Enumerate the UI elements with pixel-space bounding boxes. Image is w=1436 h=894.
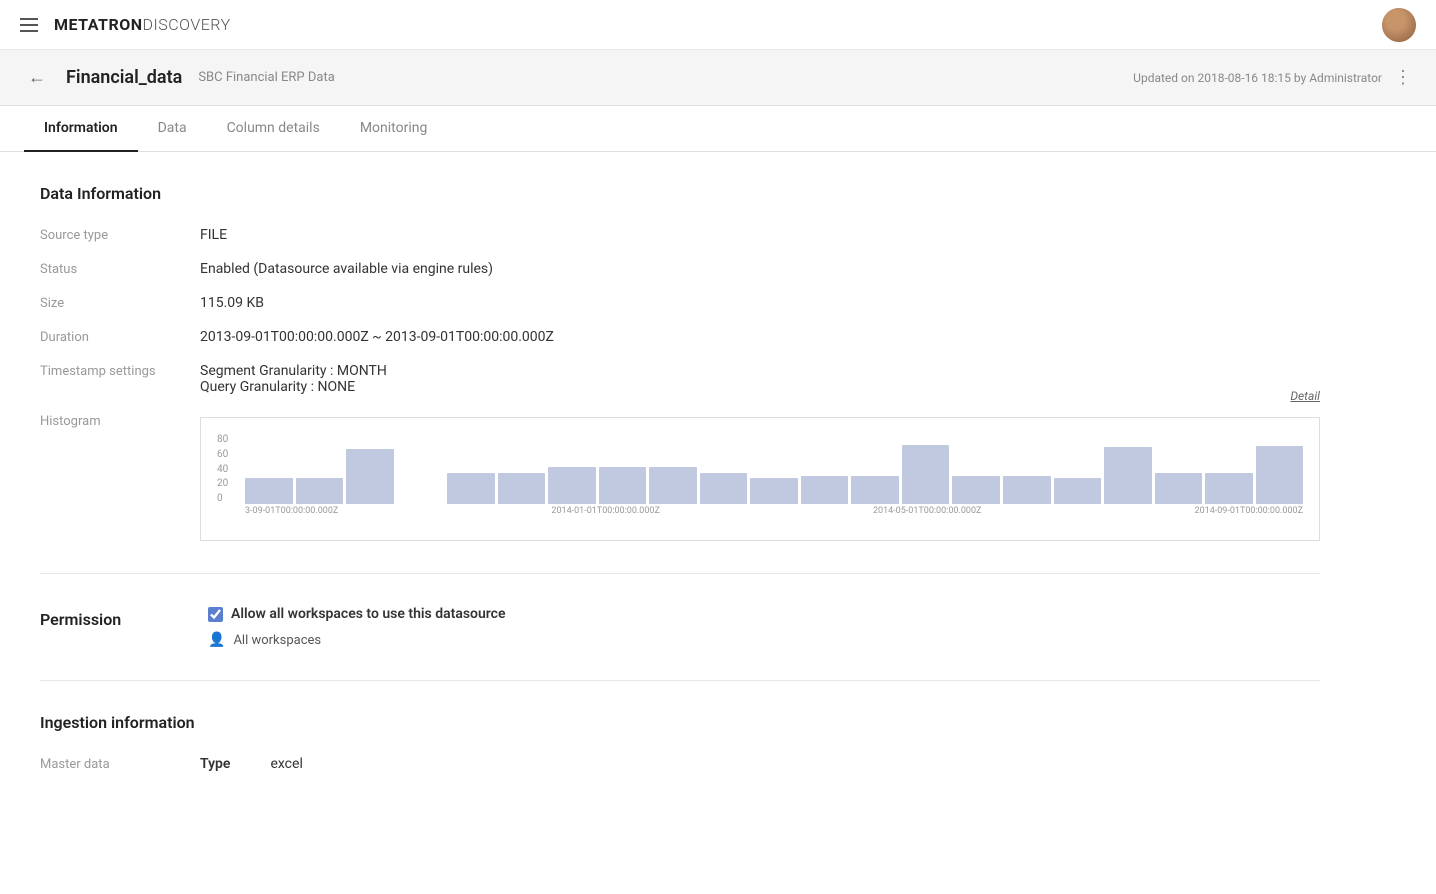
- size-value: 115.09 KB: [200, 295, 1320, 311]
- x-label-4: 2014-09-01T00:00:00.000Z: [1195, 506, 1303, 524]
- chart-bars: [245, 434, 1303, 504]
- chart-bar-7: [599, 467, 647, 504]
- chart-bar-13: [902, 445, 950, 505]
- chart-bar-10: [750, 478, 798, 504]
- query-granularity: Query Granularity : NONE: [200, 379, 1320, 395]
- permission-checkbox-text: Allow all workspaces to use this datasou…: [231, 606, 506, 622]
- ingestion-section: Ingestion information Master data Type e…: [40, 713, 1320, 772]
- y-label-0: 0: [217, 493, 241, 504]
- user-avatar[interactable]: [1382, 8, 1416, 42]
- master-data-type-label: Type: [200, 756, 230, 772]
- chart-bar-16: [1054, 478, 1102, 504]
- page-title: Financial_data: [66, 67, 182, 88]
- chart-bar-19: [1205, 473, 1253, 504]
- permission-section: Permission Allow all workspaces to use t…: [40, 606, 1320, 648]
- brand-bold: METATRON: [54, 15, 143, 34]
- duration-value: 2013-09-01T00:00:00.000Z ~ 2013-09-01T00…: [200, 329, 1320, 345]
- ingestion-grid: Master data Type excel: [40, 756, 1320, 772]
- tab-column-details[interactable]: Column details: [207, 106, 340, 152]
- permission-row: Permission Allow all workspaces to use t…: [40, 606, 1320, 648]
- divider-1: [40, 573, 1320, 574]
- chart-bar-18: [1155, 473, 1203, 504]
- page-subtitle: SBC Financial ERP Data: [198, 70, 334, 85]
- chart-bar-5: [498, 473, 546, 504]
- tab-monitoring[interactable]: Monitoring: [340, 106, 448, 152]
- chart-bar-0: [245, 478, 293, 504]
- brand-logo: METATRONDISCOVERY: [54, 15, 231, 34]
- chart-bar-2: [346, 449, 394, 504]
- status-label: Status: [40, 261, 200, 277]
- chart-x-labels: 3-09-01T00:00:00.000Z 2014-01-01T00:00:0…: [245, 506, 1303, 524]
- workspace-item: 👤 All workspaces: [208, 632, 1320, 648]
- ingestion-title: Ingestion information: [40, 713, 1320, 732]
- workspace-icon: 👤: [208, 632, 225, 648]
- timestamp-value: Segment Granularity : MONTH Query Granul…: [200, 363, 1320, 395]
- chart-bar-20: [1256, 446, 1304, 504]
- size-label: Size: [40, 295, 200, 311]
- chart-bar-8: [649, 467, 697, 504]
- y-label-40: 40: [217, 464, 241, 475]
- brand-light: DISCOVERY: [143, 15, 231, 34]
- tab-information[interactable]: Information: [24, 106, 138, 152]
- chart-bar-11: [801, 476, 849, 504]
- chart-y-labels: 0 20 40 60 80: [217, 434, 241, 504]
- data-information-title: Data Information: [40, 184, 1320, 203]
- workspace-label: All workspaces: [233, 633, 321, 648]
- chart-area: 0 20 40 60 80 3-09-01T00:00:00.000Z 2014…: [217, 434, 1303, 524]
- main-content: Data Information Source type FILE Status…: [0, 152, 1360, 804]
- y-label-20: 20: [217, 478, 241, 489]
- histogram-detail-link[interactable]: Detail: [1290, 389, 1320, 403]
- data-information-section: Data Information Source type FILE Status…: [40, 184, 1320, 541]
- tab-bar: Information Data Column details Monitori…: [0, 106, 1436, 152]
- permission-checkbox-label[interactable]: Allow all workspaces to use this datasou…: [208, 606, 1320, 622]
- x-label-3: 2014-05-01T00:00:00.000Z: [873, 506, 981, 524]
- master-data-table: Type excel: [200, 756, 1320, 772]
- tab-data[interactable]: Data: [138, 106, 207, 152]
- updated-info: Updated on 2018-08-16 18:15 by Administr…: [1133, 71, 1382, 85]
- data-info-grid: Source type FILE Status Enabled (Datasou…: [40, 227, 1320, 541]
- chart-bar-12: [851, 476, 899, 504]
- divider-2: [40, 680, 1320, 681]
- y-label-60: 60: [217, 449, 241, 460]
- segment-granularity: Segment Granularity : MONTH: [200, 363, 1320, 379]
- chart-bar-6: [548, 467, 596, 504]
- histogram-area: Detail 0 20 40 60 80 3-09-01T00: [200, 413, 1320, 541]
- master-data-type-value: excel: [270, 756, 302, 772]
- x-label-2: 2014-01-01T00:00:00.000Z: [551, 506, 659, 524]
- permission-title: Permission: [40, 606, 200, 648]
- avatar-image: [1382, 8, 1416, 42]
- chart-bar-9: [700, 473, 748, 505]
- histogram-label: Histogram: [40, 413, 200, 541]
- hamburger-menu[interactable]: [20, 18, 38, 32]
- source-type-value: FILE: [200, 227, 1320, 243]
- status-value: Enabled (Datasource available via engine…: [200, 261, 1320, 277]
- chart-bar-15: [1003, 476, 1051, 504]
- histogram-container: 0 20 40 60 80 3-09-01T00:00:00.000Z 2014…: [200, 417, 1320, 541]
- source-type-label: Source type: [40, 227, 200, 243]
- page-header: ← Financial_data SBC Financial ERP Data …: [0, 50, 1436, 106]
- chart-bar-4: [447, 473, 495, 504]
- more-options-button[interactable]: ⋮: [1394, 67, 1412, 88]
- permission-checkbox-input[interactable]: [208, 607, 223, 622]
- timestamp-label: Timestamp settings: [40, 363, 200, 395]
- y-label-80: 80: [217, 434, 241, 445]
- chart-bar-1: [296, 478, 344, 504]
- top-nav: METATRONDISCOVERY: [0, 0, 1436, 50]
- back-button[interactable]: ←: [24, 63, 50, 92]
- master-data-label: Master data: [40, 756, 200, 772]
- chart-bar-14: [952, 476, 1000, 504]
- duration-label: Duration: [40, 329, 200, 345]
- chart-bar-17: [1104, 447, 1152, 504]
- permission-content: Allow all workspaces to use this datasou…: [208, 606, 1320, 648]
- x-label-1: 3-09-01T00:00:00.000Z: [245, 506, 338, 524]
